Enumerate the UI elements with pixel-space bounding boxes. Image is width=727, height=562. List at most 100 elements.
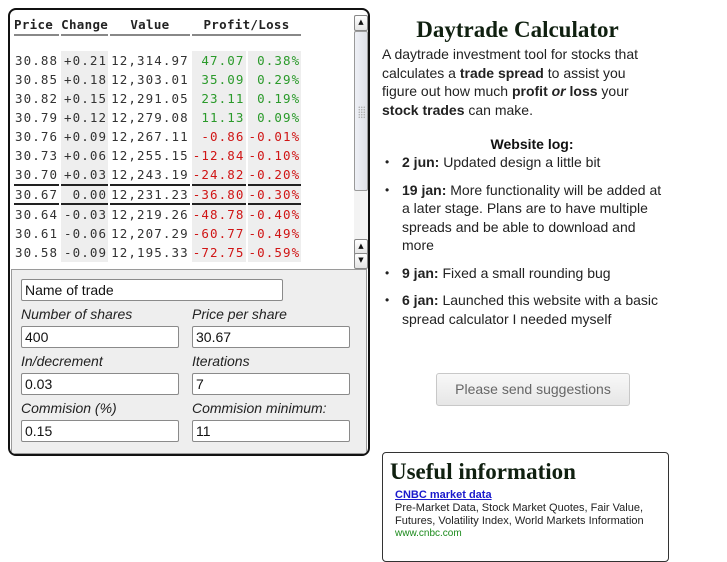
cell-value: 12,314.97 (111, 53, 189, 68)
cell-value: 12,255.15 (111, 148, 189, 163)
cell-percent: 0.09% (247, 108, 302, 127)
commission-pct-label: Commision (%) (21, 400, 117, 416)
cell-profit: -72.75 (191, 243, 246, 262)
table-scrollbar[interactable]: ▲ ▲ ▼ (354, 15, 368, 269)
cell-change: +0.09 (61, 127, 109, 146)
log-text: Launched this website with a basic sprea… (402, 292, 659, 327)
increment-label: In/decrement (21, 353, 103, 369)
commission-min-label: Commision minimum: (192, 400, 327, 416)
send-suggestions-button[interactable]: Please send suggestions (436, 373, 630, 406)
log-date: 2 jun: (402, 154, 440, 170)
cell-value: 12,279.08 (111, 110, 189, 125)
header-price: Price (14, 14, 60, 36)
cell-change: -0.06 (61, 224, 109, 243)
header-profit-loss: Profit/Loss (191, 14, 302, 36)
table-row: 30.82 +0.15 12,291.05 23.11 0.19% (14, 89, 302, 108)
spread-calculator: Price Change Value Profit/Loss 30.88 +0.2… (8, 8, 370, 456)
cell-percent: -0.49% (247, 224, 302, 243)
intro-bold-trade-spread: trade spread (459, 64, 544, 81)
cell-price: 30.58 (15, 245, 59, 260)
cell-profit: -48.78 (191, 205, 246, 224)
scroll-down-button[interactable]: ▼ (354, 253, 368, 269)
bullet-icon: • (385, 182, 390, 197)
shares-input[interactable]: 400 (21, 326, 179, 348)
cell-price: 30.82 (15, 91, 59, 106)
cell-change: +0.06 (61, 146, 109, 165)
cell-value: 12,219.26 (111, 207, 189, 222)
log-text: Fixed a small rounding bug (438, 264, 611, 281)
price-input[interactable]: 30.67 (192, 326, 350, 348)
table-row: 30.73 +0.06 12,255.15 -12.84 -0.10% (14, 146, 302, 165)
commission-min-input[interactable]: 11 (192, 420, 350, 442)
arrow-up-icon: ▲ (358, 18, 364, 26)
table-row: 30.79 +0.12 12,279.08 11.13 0.09% (14, 108, 302, 127)
cnbc-description: Pre-Market Data, Stock Market Quotes, Fa… (395, 502, 644, 527)
intro-text-3: your (597, 83, 629, 99)
log-item: • 6 jan: Launched this website with a bas… (382, 291, 667, 328)
bullet-icon: • (385, 265, 390, 280)
log-text: Updated design a little bit (439, 154, 601, 170)
cell-change: -0.03 (61, 205, 109, 224)
cell-price: 30.79 (15, 110, 59, 125)
price-label: Price per share (192, 306, 287, 322)
spread-table: Price Change Value Profit/Loss 30.88 +0.2… (12, 14, 303, 262)
cell-change: +0.03 (61, 165, 109, 184)
intro-bold-loss: loss (569, 83, 598, 99)
cell-value: 12,291.05 (111, 91, 189, 106)
cell-profit: 23.11 (191, 89, 246, 108)
cell-price: 30.70 (15, 167, 59, 182)
cell-percent: -0.20% (247, 165, 302, 184)
iterations-label: Iterations (192, 353, 250, 369)
cell-change: +0.15 (61, 89, 109, 108)
log-title: Website log: (490, 136, 574, 152)
iterations-input[interactable]: 7 (192, 373, 350, 395)
table-row: 30.64 -0.03 12,219.26 -48.78 -0.40% (14, 205, 302, 224)
increment-input[interactable]: 0.03 (21, 373, 179, 395)
cell-profit: -0.86 (191, 127, 246, 146)
cnbc-url[interactable]: www.cnbc.com (395, 528, 462, 539)
table-row-current: 30.67 0.00 12,231.23 -36.80 -0.30% (14, 184, 302, 205)
useful-information-box: Useful information CNBC market data Pre-… (382, 452, 669, 562)
header-change: Change (61, 14, 109, 36)
log-item: • 2 jun: Updated design a little bit (382, 153, 667, 172)
cell-profit: 11.13 (191, 108, 246, 127)
cell-change: +0.18 (61, 70, 109, 89)
bullet-icon: • (385, 155, 390, 169)
commission-pct-input[interactable]: 0.15 (21, 420, 179, 442)
cell-price: 30.85 (15, 72, 59, 87)
cell-profit: -36.80 (191, 184, 246, 205)
cell-profit: -24.82 (191, 165, 246, 184)
arrow-up-icon: ▲ (358, 242, 364, 250)
cell-price: 30.61 (15, 226, 59, 241)
table-row: 30.70 +0.03 12,243.19 -24.82 -0.20% (14, 165, 302, 184)
table-row: 30.88 +0.21 12,314.97 47.07 0.38% (14, 51, 302, 70)
cell-percent: -0.30% (247, 184, 302, 205)
cell-price: 30.64 (15, 207, 59, 222)
spread-table-area[interactable]: Price Change Value Profit/Loss 30.88 +0.2… (10, 10, 350, 268)
table-row: 30.76 +0.09 12,267.11 -0.86 -0.01% (14, 127, 302, 146)
cell-change: 0.00 (61, 184, 109, 205)
intro-bold-profit: profit (511, 83, 548, 99)
scroll-thumb[interactable] (354, 31, 368, 191)
scroll-up-button[interactable]: ▲ (354, 15, 368, 31)
log-date: 19 jan: (402, 181, 447, 198)
table-row: 30.85 +0.18 12,303.01 35.09 0.29% (14, 70, 302, 89)
grip-icon (358, 106, 365, 118)
cell-percent: -0.10% (247, 146, 302, 165)
bullet-icon: • (385, 293, 390, 307)
shares-label: Number of shares (21, 306, 133, 322)
arrow-down-icon: ▼ (358, 256, 364, 264)
cell-price: 30.76 (15, 129, 59, 144)
cnbc-market-data-link[interactable]: CNBC market data (395, 489, 492, 501)
trade-name-input[interactable]: Name of trade (21, 279, 283, 301)
log-date: 6 jan: (402, 292, 439, 308)
trade-settings-form: Name of trade Number of shares Price per… (11, 269, 367, 454)
log-item: • 9 jan: Fixed a small rounding bug (382, 264, 667, 283)
cell-change: +0.12 (61, 108, 109, 127)
intro-text-4: can make. (464, 101, 533, 118)
header-value: Value (110, 14, 190, 36)
log-item: • 19 jan: More functionality will be adde… (382, 181, 667, 255)
page-title: Daytrade Calculator (416, 17, 619, 42)
cell-percent: 0.29% (247, 70, 302, 89)
useful-information-title: Useful information (390, 459, 576, 484)
